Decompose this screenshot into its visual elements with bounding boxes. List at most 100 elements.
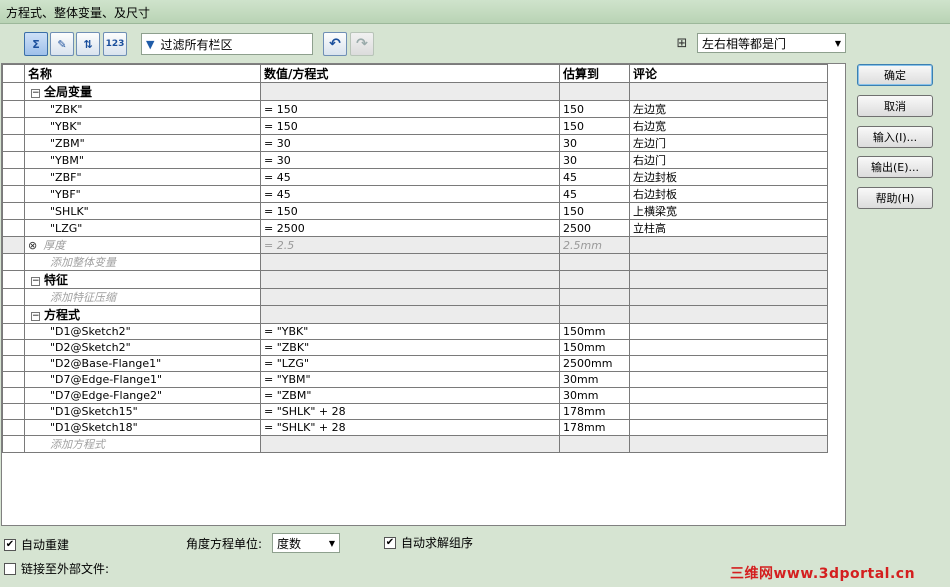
table-row[interactable]: "D7@Edge-Flange2" = "ZBM" 30mm: [2, 387, 828, 404]
table-row[interactable]: "D2@Base-Flange1" = "LZG" 2500mm: [2, 355, 828, 372]
row-selector[interactable]: [2, 387, 25, 404]
cell-name[interactable]: "ZBK": [24, 100, 261, 118]
cell-name[interactable]: "ZBM": [24, 134, 261, 152]
header-selector[interactable]: [2, 64, 25, 83]
table-row[interactable]: "D1@Sketch15" = "SHLK" + 28 178mm: [2, 403, 828, 420]
cell-estimate[interactable]: 30mm: [559, 371, 630, 388]
cell-estimate[interactable]: 178mm: [559, 419, 630, 436]
cell-value[interactable]: = 150: [260, 117, 560, 135]
equations-view-button[interactable]: Σ: [24, 32, 48, 56]
cell-name[interactable]: "LZG": [24, 219, 261, 237]
cell-comment[interactable]: 左边门: [629, 134, 828, 152]
cell-comment[interactable]: [629, 387, 828, 404]
redo-button[interactable]: ↷: [350, 32, 374, 56]
ok-button[interactable]: 确定: [857, 64, 933, 86]
header-comment[interactable]: 评论: [629, 64, 828, 83]
table-row[interactable]: "ZBF" = 45 45 左边封板: [2, 168, 828, 186]
cell-comment[interactable]: 上横梁宽: [629, 202, 828, 220]
row-selector[interactable]: [2, 419, 25, 436]
import-button[interactable]: 输入(I)...: [857, 126, 933, 148]
cell-estimate[interactable]: 30mm: [559, 387, 630, 404]
cell-estimate[interactable]: 45: [559, 185, 630, 203]
cell-value[interactable]: = "LZG": [260, 355, 560, 372]
cell-estimate[interactable]: 178mm: [559, 403, 630, 420]
cell-comment[interactable]: [629, 355, 828, 372]
equation-grid[interactable]: 名称 数值/方程式 估算到 评论 − 全局变量 "ZBK" = 150 150 左边宽 "…: [1, 63, 846, 526]
row-selector[interactable]: [2, 100, 25, 118]
cell-estimate[interactable]: 2500mm: [559, 355, 630, 372]
cell-comment[interactable]: 右边封板: [629, 185, 828, 203]
table-row[interactable]: "D1@Sketch2" = "YBK" 150mm: [2, 323, 828, 340]
help-button[interactable]: 帮助(H): [857, 187, 933, 209]
link-external-checkbox[interactable]: 链接至外部文件:: [4, 560, 109, 577]
table-row[interactable]: "D1@Sketch18" = "SHLK" + 28 178mm: [2, 419, 828, 436]
cell-value[interactable]: = 30: [260, 151, 560, 169]
cell-name[interactable]: "D1@Sketch2": [24, 323, 261, 340]
cell-value[interactable]: = 150: [260, 202, 560, 220]
collapse-icon[interactable]: −: [31, 276, 40, 286]
cell-value[interactable]: = 150: [260, 100, 560, 118]
cell-name[interactable]: "D1@Sketch15": [24, 403, 261, 420]
cell-estimate[interactable]: 30: [559, 134, 630, 152]
add-feature-row[interactable]: 添加特征压缩: [2, 288, 828, 306]
cell-name[interactable]: "D7@Edge-Flange2": [24, 387, 261, 404]
cell-value[interactable]: = "SHLK" + 28: [260, 403, 560, 420]
row-selector[interactable]: [2, 339, 25, 356]
cancel-button[interactable]: 取消: [857, 95, 933, 117]
table-row[interactable]: "LZG" = 2500 2500 立柱高: [2, 219, 828, 237]
row-selector[interactable]: [2, 371, 25, 388]
cell-comment[interactable]: 右边宽: [629, 117, 828, 135]
cell-comment[interactable]: 左边封板: [629, 168, 828, 186]
auto-solve-order-checkbox[interactable]: ✔ 自动求解组序: [384, 534, 473, 551]
cell-value[interactable]: = "SHLK" + 28: [260, 419, 560, 436]
thickness-row[interactable]: ⊗ 厚度 = 2.5 2.5mm: [2, 236, 828, 254]
cell-value[interactable]: = 45: [260, 168, 560, 186]
table-row[interactable]: "D2@Sketch2" = "ZBK" 150mm: [2, 339, 828, 356]
table-row[interactable]: "SHLK" = 150 150 上横梁宽: [2, 202, 828, 220]
collapse-icon[interactable]: −: [31, 88, 40, 98]
row-selector[interactable]: [2, 202, 25, 220]
row-selector[interactable]: [2, 323, 25, 340]
cell-estimate[interactable]: 150mm: [559, 323, 630, 340]
cell-comment[interactable]: [629, 323, 828, 340]
cell-name[interactable]: "YBK": [24, 117, 261, 135]
row-selector[interactable]: [2, 219, 25, 237]
cell-comment[interactable]: 右边门: [629, 151, 828, 169]
table-row[interactable]: "ZBM" = 30 30 左边门: [2, 134, 828, 152]
row-selector[interactable]: [2, 185, 25, 203]
cell-value[interactable]: = "ZBK": [260, 339, 560, 356]
cell-estimate[interactable]: 150mm: [559, 339, 630, 356]
table-row[interactable]: "ZBK" = 150 150 左边宽: [2, 100, 828, 118]
cell-value[interactable]: = 30: [260, 134, 560, 152]
cell-value[interactable]: = "YBK": [260, 323, 560, 340]
cell-estimate[interactable]: 30: [559, 151, 630, 169]
cell-name[interactable]: "YBM": [24, 151, 261, 169]
add-global-row[interactable]: 添加整体变量: [2, 253, 828, 271]
cell-name[interactable]: "D7@Edge-Flange1": [24, 371, 261, 388]
row-selector[interactable]: [2, 403, 25, 420]
table-row[interactable]: "YBF" = 45 45 右边封板: [2, 185, 828, 203]
cell-estimate[interactable]: 150: [559, 100, 630, 118]
cell-name[interactable]: "SHLK": [24, 202, 261, 220]
cell-value[interactable]: = 45: [260, 185, 560, 203]
row-selector[interactable]: [2, 355, 25, 372]
row-selector[interactable]: [2, 151, 25, 169]
cell-comment[interactable]: [629, 339, 828, 356]
row-selector[interactable]: [2, 168, 25, 186]
cell-name[interactable]: "D1@Sketch18": [24, 419, 261, 436]
cell-estimate[interactable]: 2500: [559, 219, 630, 237]
table-row[interactable]: "YBM" = 30 30 右边门: [2, 151, 828, 169]
cell-estimate[interactable]: 150: [559, 117, 630, 135]
cell-estimate[interactable]: 150: [559, 202, 630, 220]
undo-button[interactable]: ↶: [323, 32, 347, 56]
row-selector[interactable]: [2, 134, 25, 152]
cell-name[interactable]: "ZBF": [24, 168, 261, 186]
cell-name[interactable]: "YBF": [24, 185, 261, 203]
cell-name[interactable]: "D2@Sketch2": [24, 339, 261, 356]
cell-comment[interactable]: [629, 371, 828, 388]
add-equation-row[interactable]: 添加方程式: [2, 435, 828, 453]
cell-comment[interactable]: [629, 419, 828, 436]
angle-unit-select[interactable]: 度数 ▼: [272, 533, 340, 553]
header-name[interactable]: 名称: [24, 64, 261, 83]
cell-value[interactable]: = "YBM": [260, 371, 560, 388]
